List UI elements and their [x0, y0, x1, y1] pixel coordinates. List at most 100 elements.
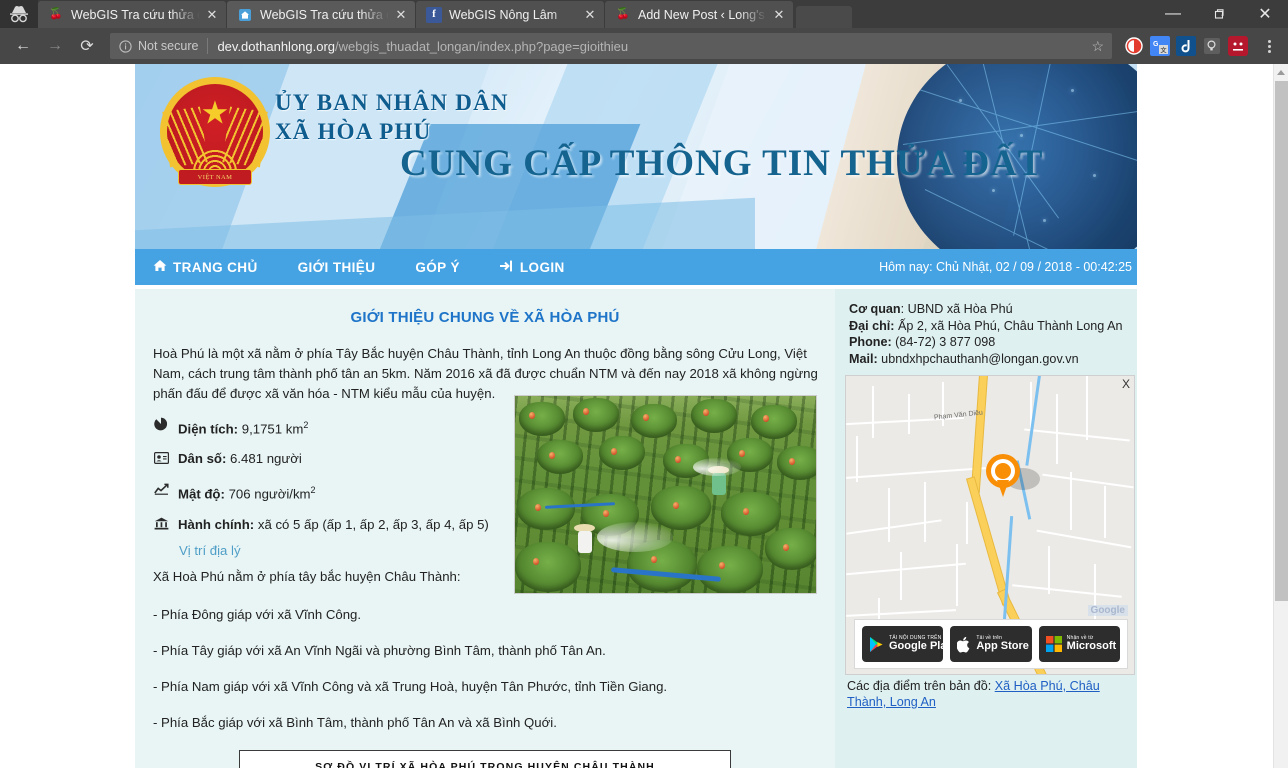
tab-close-button[interactable]: ✕ [204, 7, 220, 23]
fact-text: Hành chính: xã có 5 ấp (ấp 1, ấp 2, ấp 3… [178, 516, 489, 534]
location-diagram: SƠ ĐỒ VỊ TRÍ XÃ HÒA PHÚ TRONG HUYỆN CHÂU… [239, 749, 731, 768]
google-translate-extension-icon[interactable]: G文 [1150, 36, 1170, 56]
idm-extension-icon[interactable] [1176, 36, 1196, 56]
website-page: VIỆT NAM ỦY BAN NHÂN DÂN XÃ HÒA PHÚ CUNG… [135, 64, 1137, 768]
fact-superscript: 2 [303, 420, 309, 430]
fact-label: Dân số: [178, 451, 227, 467]
border-east: - Phía Đông giáp với xã Vĩnh Công. [153, 606, 362, 622]
tab-title: WebGIS Tra cứu thửa đất [260, 7, 389, 22]
nav-label: TRANG CHỦ [173, 259, 258, 275]
contact-label: Mail: [849, 351, 878, 366]
browser-tab-1[interactable]: WebGIS Tra cứu thửa đất ✕ [227, 1, 415, 28]
nav-item-gioi-thieu[interactable]: GIỚI THIỆU [298, 260, 398, 275]
page-scrollbar[interactable] [1273, 64, 1288, 768]
maximize-button[interactable] [1196, 0, 1242, 28]
contact-value: UBND xã Hòa Phú [904, 302, 1013, 316]
login-icon [499, 260, 514, 275]
sidebar-column: Cơ quan: UBND xã Hòa Phú Đại chỉ: Ấp 2, … [835, 289, 1137, 768]
bank-icon [153, 516, 169, 535]
minimize-button[interactable]: — [1150, 0, 1196, 28]
banner-line-3: CUNG CẤP THÔNG TIN THỬA ĐẤT [400, 143, 1044, 184]
scrollbar-thumb[interactable] [1275, 81, 1288, 601]
fact-label: Hành chính: [178, 516, 255, 532]
home-icon [153, 259, 167, 275]
google-play-icon [869, 636, 884, 653]
fact-text: Diện tích: 9,1751 km2 [178, 416, 308, 438]
reload-button[interactable]: ⟳ [72, 31, 102, 61]
nav-item-trang-chu[interactable]: TRANG CHỦ [153, 259, 280, 275]
fact-label: Diện tích: [178, 421, 239, 437]
contact-value: ubndxhpchauthanh@longan.gov.vn [877, 351, 1079, 366]
map-caption-prefix: Các địa điểm trên bản đồ: [847, 679, 995, 693]
apple-icon [957, 636, 971, 653]
site-banner: VIỆT NAM ỦY BAN NHÂN DÂN XÃ HÒA PHÚ CUNG… [135, 64, 1137, 249]
id-card-icon [153, 450, 169, 469]
banner-line-1: ỦY BAN NHÂN DÂN [275, 90, 509, 115]
app-store-button[interactable]: Tải về trên App Store [950, 626, 1032, 662]
fact-value: xã có 5 ấp (ấp 1, ấp 2, ấp 3, ấp 4, ấp 5… [257, 516, 489, 532]
emblem-ribbon-text: VIỆT NAM [178, 169, 252, 185]
contact-mail: Mail: ubndxhpchauthanh@longan.gov.vn [849, 351, 1129, 368]
url-text: dev.dothanhlong.org/webgis_thuadat_longa… [217, 39, 628, 54]
contact-phone: Phone: (84-72) 3 877 098 [849, 334, 1129, 351]
app-store-badges-bar: TẢI NỘI DUNG TRÊN Google Play Tải về trê… [854, 619, 1128, 669]
fact-text: Mật độ: 706 người/km2 [178, 481, 316, 503]
address-bar[interactable]: Not secure dev.dothanhlong.org/webgis_th… [110, 33, 1112, 59]
page-title: GIỚI THIỆU CHUNG VỀ XÃ HÒA PHÚ [350, 309, 620, 326]
back-button[interactable]: ← [8, 31, 38, 61]
microsoft-store-button[interactable]: Nhận về từ Microsoft [1038, 626, 1120, 662]
chart-line-icon [153, 481, 169, 500]
tab-title: WebGIS Nông Lâm [449, 7, 558, 22]
tab-close-button[interactable]: ✕ [393, 7, 409, 23]
bookmark-star-icon[interactable]: ☆ [1083, 38, 1104, 55]
browser-tab-3[interactable]: 🍒 Add New Post ‹ Long's bl ✕ [605, 1, 793, 28]
map-pin-marker[interactable] [986, 454, 1020, 498]
tab-close-button[interactable]: ✕ [582, 7, 598, 23]
fact-text: Dân số: 6.481 người [178, 450, 302, 468]
close-window-button[interactable]: ✕ [1242, 0, 1288, 28]
nav-item-gop-y[interactable]: GÓP Ý [415, 260, 482, 275]
forward-button[interactable]: → [40, 31, 70, 61]
google-play-button[interactable]: TẢI NỘI DUNG TRÊN Google Play [862, 626, 953, 662]
tab-strip: 🍒 WebGIS Tra cứu thửa đất ✕ WebGIS Tra c… [0, 0, 1288, 28]
tab-title: WebGIS Tra cứu thửa đất [71, 7, 200, 22]
bulb-extension-icon[interactable] [1202, 36, 1222, 56]
contact-address: Đại chỉ: Ấp 2, xã Hòa Phú, Châu Thành Lo… [849, 318, 1129, 335]
page-viewport: VIỆT NAM ỦY BAN NHÂN DÂN XÃ HÒA PHÚ CUNG… [0, 64, 1288, 768]
google-watermark: Google [1087, 605, 1128, 616]
incognito-indicator [0, 0, 38, 28]
extension-icons: G文 [1120, 36, 1280, 56]
tab-title: Add New Post ‹ Long's bl [638, 7, 767, 22]
google-map[interactable]: Phạm Văn Diêu Google TẢI NỘI DUNG TRÊN G… [845, 375, 1135, 675]
today-datetime: Hôm nay: Chủ Nhật, 02 / 09 / 2018 - 00:4… [879, 260, 1132, 274]
tab-close-button[interactable]: ✕ [771, 7, 787, 23]
cherries-icon: 🍒 [49, 8, 63, 20]
nav-label: GIỚI THIỆU [297, 259, 376, 275]
url-path: /webgis_thuadat_longan/index.php?page=gi… [335, 38, 629, 54]
vietnam-emblem-icon: VIỆT NAM [160, 77, 270, 187]
contact-value: (84-72) 3 877 098 [891, 335, 996, 349]
browser-toolbar: ← → ⟳ Not secure dev.dothanhlong.org/web… [0, 28, 1288, 64]
map-caption: Các địa điểm trên bản đồ: Xã Hòa Phú, Ch… [843, 675, 1131, 710]
fact-superscript: 2 [310, 485, 316, 496]
mega-extension-icon[interactable] [1228, 36, 1248, 56]
nav-item-login[interactable]: LOGIN [499, 260, 587, 275]
store-text: TẢI NỘI DUNG TRÊN Google Play [889, 635, 953, 653]
adblock-extension-icon[interactable] [1124, 36, 1144, 56]
svg-text:文: 文 [1160, 47, 1168, 55]
border-north: - Phía Bắc giáp với xã Bình Tâm, thành p… [153, 714, 557, 730]
dragon-fruit-farm-photo [514, 395, 817, 594]
pie-chart-icon [153, 416, 169, 436]
store-text: Tải về trên App Store [976, 635, 1029, 653]
border-south: - Phía Nam giáp với xã Vĩnh Công và xã T… [153, 678, 668, 694]
info-circle-icon [118, 39, 132, 53]
main-column: GIỚI THIỆU CHUNG VỀ XÃ HÒA PHÚ Hoà Phú l… [135, 289, 835, 768]
new-tab-button[interactable] [796, 6, 852, 28]
browser-tab-0[interactable]: 🍒 WebGIS Tra cứu thửa đất ✕ [38, 1, 226, 28]
contact-value: Ấp 2, xã Hòa Phú, Châu Thành Long An [894, 318, 1123, 333]
browser-menu-button[interactable] [1258, 39, 1280, 53]
scroll-up-button[interactable] [1274, 64, 1288, 81]
close-badges-button[interactable]: X [1122, 378, 1130, 390]
page-content: GIỚI THIỆU CHUNG VỀ XÃ HÒA PHÚ Hoà Phú l… [135, 285, 1137, 768]
browser-tab-2[interactable]: f WebGIS Nông Lâm ✕ [416, 1, 604, 28]
